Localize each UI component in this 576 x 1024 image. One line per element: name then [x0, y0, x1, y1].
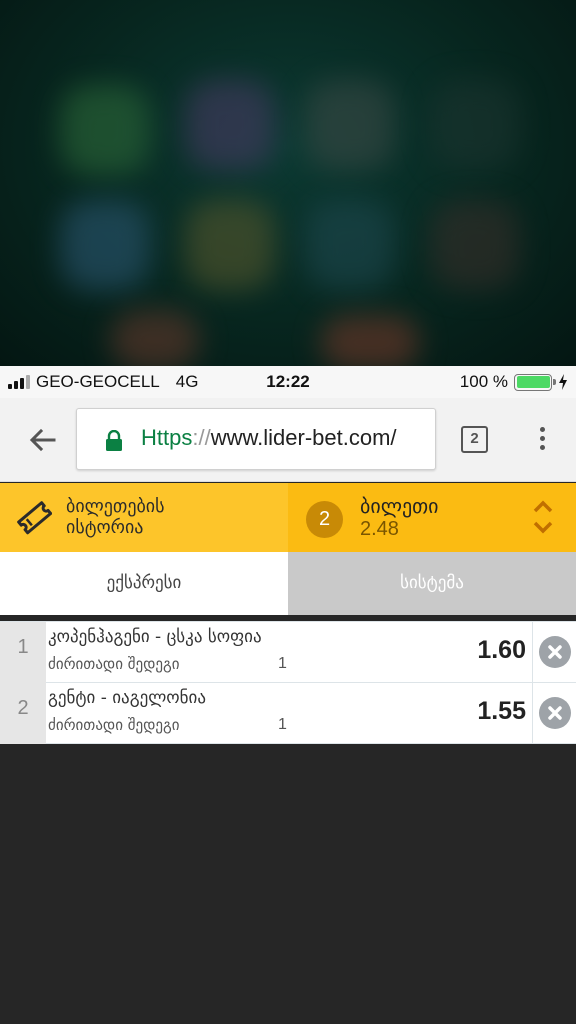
tab-express[interactable]: ექსპრესი [0, 552, 288, 615]
bet-outcome: 1 [278, 716, 287, 733]
bet-row: 1 კოპენჰაგენი - ცსკა სოფია ძირითადი შედე… [0, 622, 576, 683]
ticket-title: ბილეთი [360, 494, 439, 518]
more-vertical-icon [530, 427, 554, 450]
close-icon [548, 645, 562, 659]
bet-index: 2 [0, 683, 46, 744]
back-button[interactable] [24, 422, 60, 458]
tab-switcher-button[interactable]: 2 [461, 426, 488, 453]
bet-outcome: 1 [278, 655, 287, 672]
charging-bolt-icon [559, 374, 567, 390]
bet-odds: 1.60 [477, 636, 526, 664]
ticket-history-button[interactable]: ბილეთების ისტორია [0, 483, 288, 552]
bet-type-tabs: ექსპრესი სისტემა [0, 552, 576, 615]
arrow-left-icon [29, 428, 56, 452]
ticket-count-badge: 2 [306, 501, 343, 538]
remove-bet-button[interactable] [532, 683, 576, 744]
bet-odds: 1.55 [477, 697, 526, 725]
browser-toolbar: https://www.lider-bet.com/ 2 [0, 398, 576, 482]
battery-info: 100 % [460, 372, 568, 392]
remove-bet-button[interactable] [532, 622, 576, 683]
ticket-icon [17, 501, 52, 535]
bet-list: 1 კოპენჰაგენი - ცსკა სოფია ძირითადი შედე… [0, 621, 576, 744]
ticket-history-label-line1: ბილეთების [66, 496, 165, 517]
browser-menu-button[interactable] [530, 424, 554, 456]
url-scheme: https [141, 425, 193, 450]
battery-icon [514, 373, 556, 391]
url-separator: :// [192, 425, 211, 450]
ticket-history-label: ბილეთების ისტორია [66, 496, 165, 538]
blurred-home-screen-background [0, 0, 576, 366]
bet-row: 2 გენტი - იაგელონია ძირითადი შედეგი 1 1.… [0, 683, 576, 744]
lock-icon [106, 430, 122, 451]
bet-market: ძირითადი შედეგი [48, 716, 180, 734]
address-bar[interactable]: https://www.lider-bet.com/ [76, 408, 436, 470]
current-ticket-toggle[interactable]: 2 ბილეთი 2.48 [288, 483, 576, 552]
url-host: www.lider-bet.com/ [210, 425, 397, 450]
tab-system[interactable]: სისტემა [288, 552, 576, 615]
status-bar: GEO-GEOCELL 4G 12:22 100 % [0, 366, 576, 398]
ticket-bar: ბილეთების ისტორია 2 ბილეთი 2.48 [0, 483, 576, 552]
bet-market: ძირითადი შედეგი [48, 655, 180, 673]
url-text: https://www.lider-bet.com/ [141, 425, 397, 451]
bet-event: გენტი - იაგელონია [48, 688, 206, 708]
bet-index: 1 [0, 622, 46, 683]
ticket-total-odds: 2.48 [360, 518, 399, 540]
bet-event: კოპენჰაგენი - ცსკა სოფია [48, 627, 262, 647]
ticket-history-label-line2: ისტორია [66, 517, 144, 538]
battery-percent: 100 % [459, 372, 508, 391]
close-icon [548, 706, 562, 720]
expand-collapse-icon [533, 500, 553, 534]
